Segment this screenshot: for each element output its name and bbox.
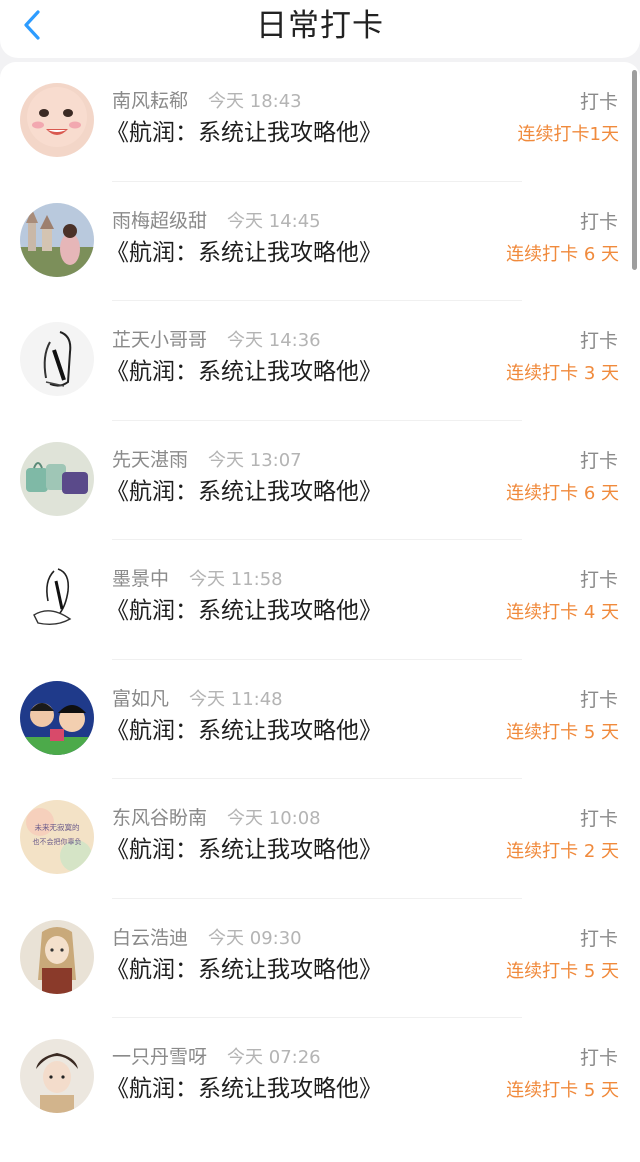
calligraphy-line-1: 未来无寂寞的 <box>35 822 80 832</box>
checkin-meta: 一只丹雪呀 今天 07:26 <box>112 1045 321 1070</box>
list-item[interactable]: 先天湛雨 今天 13:07 《航润：系统让我攻略他》 打卡 连续打卡 6 天 <box>0 421 640 540</box>
book-title[interactable]: 《航润：系统让我攻略他》 <box>106 118 382 148</box>
page-title: 日常打卡 <box>256 8 384 44</box>
book-title[interactable]: 《航润：系统让我攻略他》 <box>106 955 382 985</box>
streak-label: 连续打卡 6 天 <box>506 243 619 265</box>
checkin-time: 今天 11:48 <box>189 688 283 710</box>
streak-label: 连续打卡1天 <box>517 124 619 145</box>
book-title[interactable]: 《航润：系统让我攻略他》 <box>106 596 382 626</box>
book-title[interactable]: 《航润：系统让我攻略他》 <box>106 357 382 387</box>
list-item[interactable]: 芷天小哥哥 今天 14:36 《航润：系统让我攻略他》 打卡 连续打卡 3 天 <box>0 301 640 421</box>
list-item[interactable]: 白云浩迪 今天 09:30 《航润：系统让我攻略他》 打卡 连续打卡 5 天 <box>0 899 640 1018</box>
streak-label: 连续打卡 5 天 <box>506 1080 619 1101</box>
checkin-meta: 墨景中 今天 11:58 <box>112 567 283 592</box>
avatar[interactable] <box>20 919 94 994</box>
checkin-button[interactable]: 打卡 <box>580 927 618 951</box>
book-title[interactable]: 《航润：系统让我攻略他》 <box>106 477 382 507</box>
checkin-time: 今天 14:45 <box>227 210 321 232</box>
list-item[interactable]: 南风耘郗 今天 18:43 《航润：系统让我攻略他》 打卡 连续打卡1天 <box>0 62 640 182</box>
user-name[interactable]: 一只丹雪呀 <box>112 1046 207 1068</box>
book-title[interactable]: 《航润：系统让我攻略他》 <box>106 238 382 268</box>
book-title[interactable]: 《航润：系统让我攻略他》 <box>106 1074 382 1104</box>
list-item[interactable]: 雨梅超级甜 今天 14:45 《航润：系统让我攻略他》 打卡 连续打卡 6 天 <box>0 182 640 301</box>
calligraphy-line-2: 也不会把你辜负 <box>33 837 82 846</box>
user-name[interactable]: 雨梅超级甜 <box>112 210 207 232</box>
checkin-meta: 雨梅超级甜 今天 14:45 <box>112 209 321 234</box>
checkin-button[interactable]: 打卡 <box>580 1046 618 1070</box>
checkin-button[interactable]: 打卡 <box>580 688 618 712</box>
checkin-button[interactable]: 打卡 <box>580 90 618 114</box>
list-item[interactable]: 富如凡 今天 11:48 《航润：系统让我攻略他》 打卡 连续打卡 5 天 <box>0 660 640 779</box>
book-title[interactable]: 《航润：系统让我攻略他》 <box>106 716 382 746</box>
checkin-time: 今天 13:07 <box>208 449 302 471</box>
list-item[interactable]: 未来无寂寞的 也不会把你辜负 东风谷盼南 今天 10:08 《航润：系统让我攻略他… <box>0 779 640 899</box>
user-name[interactable]: 东风谷盼南 <box>112 807 207 829</box>
scrollbar[interactable] <box>632 70 637 270</box>
checkin-meta: 富如凡 今天 11:48 <box>112 687 283 712</box>
checkin-button[interactable]: 打卡 <box>580 329 618 353</box>
checkin-time: 今天 10:08 <box>227 808 321 829</box>
checkin-list[interactable]: 南风耘郗 今天 18:43 《航润：系统让我攻略他》 打卡 连续打卡1天 雨梅超级… <box>0 62 640 1162</box>
checkin-meta: 白云浩迪 今天 09:30 <box>112 926 302 951</box>
user-name[interactable]: 墨景中 <box>112 568 169 590</box>
checkin-time: 今天 14:36 <box>227 330 321 351</box>
avatar[interactable] <box>20 1039 94 1113</box>
checkin-meta: 芷天小哥哥 今天 14:36 <box>112 328 321 353</box>
list-item[interactable]: 一只丹雪呀 今天 07:26 《航润：系统让我攻略他》 打卡 连续打卡 5 天 <box>0 1018 640 1138</box>
checkin-button[interactable]: 打卡 <box>580 210 618 234</box>
list-item[interactable]: 墨景中 今天 11:58 《航润：系统让我攻略他》 打卡 连续打卡 4 天 <box>0 540 640 660</box>
avatar[interactable] <box>20 322 94 396</box>
user-name[interactable]: 富如凡 <box>112 688 169 710</box>
checkin-time: 今天 18:43 <box>208 91 302 112</box>
user-name[interactable]: 芷天小哥哥 <box>112 329 207 351</box>
checkin-button[interactable]: 打卡 <box>580 568 618 592</box>
book-title[interactable]: 《航润：系统让我攻略他》 <box>106 835 382 865</box>
checkin-meta: 先天湛雨 今天 13:07 <box>112 448 302 473</box>
avatar[interactable] <box>20 680 94 755</box>
checkin-time: 今天 09:30 <box>208 927 302 949</box>
avatar[interactable] <box>20 202 94 277</box>
avatar[interactable] <box>20 83 94 157</box>
streak-label: 连续打卡 3 天 <box>506 363 619 384</box>
avatar[interactable] <box>20 441 94 516</box>
streak-label: 连续打卡 5 天 <box>506 960 619 982</box>
checkin-button[interactable]: 打卡 <box>580 449 618 473</box>
streak-label: 连续打卡 2 天 <box>506 841 619 862</box>
checkin-meta: 南风耘郗 今天 18:43 <box>112 89 302 114</box>
navigation-bar: 日常打卡 <box>0 0 640 58</box>
checkin-time: 今天 07:26 <box>227 1047 321 1068</box>
checkin-button[interactable]: 打卡 <box>580 807 618 831</box>
user-name[interactable]: 白云浩迪 <box>112 927 188 949</box>
avatar[interactable]: 未来无寂寞的 也不会把你辜负 <box>20 800 94 874</box>
streak-label: 连续打卡 5 天 <box>506 721 619 743</box>
checkin-time: 今天 11:58 <box>189 569 283 590</box>
streak-label: 连续打卡 4 天 <box>506 602 619 623</box>
checkin-meta: 东风谷盼南 今天 10:08 <box>112 806 321 831</box>
streak-label: 连续打卡 6 天 <box>506 482 619 504</box>
avatar[interactable] <box>20 561 94 635</box>
user-name[interactable]: 先天湛雨 <box>112 449 188 471</box>
user-name[interactable]: 南风耘郗 <box>112 90 188 112</box>
